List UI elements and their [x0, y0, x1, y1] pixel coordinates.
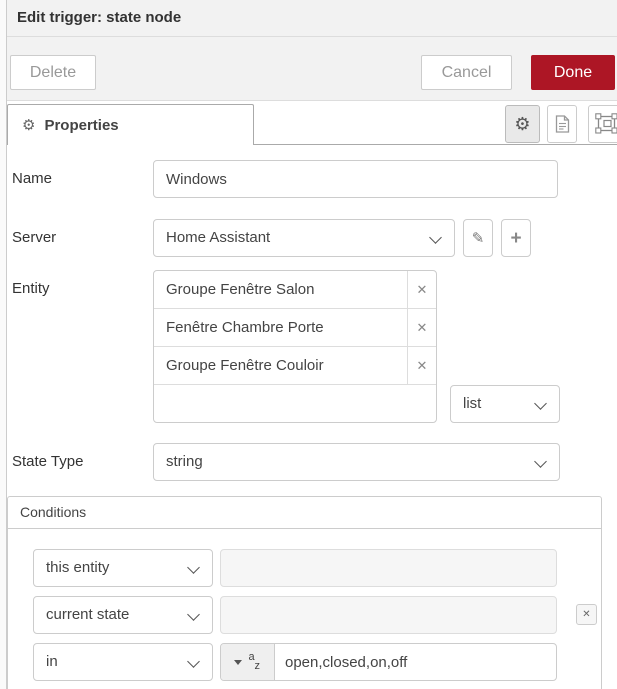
name-input[interactable] — [153, 160, 558, 198]
entity-label: Entity — [12, 280, 50, 297]
condition-value-input — [220, 596, 557, 634]
done-button[interactable]: Done — [531, 55, 615, 90]
conditions-header: Conditions — [8, 497, 601, 529]
dialog-toolbar: Delete Cancel Done — [7, 37, 617, 101]
entity-list: Groupe Fenêtre Salon ✕ Fenêtre Chambre P… — [153, 270, 437, 423]
typed-input-type-button[interactable] — [221, 644, 275, 680]
entity-new-row — [154, 385, 436, 422]
tab-properties-label: Properties — [44, 117, 118, 134]
delete-button[interactable]: Delete — [10, 55, 96, 90]
plus-icon: + — [510, 229, 521, 248]
add-server-button[interactable]: + — [501, 219, 531, 257]
entity-item: Fenêtre Chambre Porte ✕ — [154, 309, 436, 347]
description-view-button[interactable] — [547, 105, 577, 143]
edit-server-button[interactable]: ✎ — [463, 219, 493, 257]
chevron-down-icon — [187, 655, 200, 668]
state-type-value: string — [166, 453, 203, 470]
triangle-down-icon — [234, 660, 242, 665]
server-select[interactable]: Home Assistant — [153, 219, 455, 257]
entity-item-label[interactable]: Fenêtre Chambre Porte — [154, 309, 407, 346]
entity-type-select[interactable]: list — [450, 385, 560, 423]
condition-property-select[interactable]: this entity — [33, 549, 213, 587]
condition-typed-input — [220, 643, 557, 681]
chevron-down-icon — [429, 231, 442, 244]
condition-property-value: in — [46, 653, 58, 670]
pencil-icon: ✎ — [472, 231, 485, 246]
tray-resize-handle[interactable] — [0, 0, 7, 689]
condition-property-select[interactable]: current state — [33, 596, 213, 634]
condition-property-value: this entity — [46, 559, 109, 576]
tab-properties[interactable]: ⚙ Properties — [7, 104, 254, 145]
new-entity-input[interactable] — [154, 385, 436, 422]
string-type-icon — [249, 652, 262, 672]
condition-property-value: current state — [46, 606, 129, 623]
gear-icon: ⚙ — [514, 115, 530, 133]
state-type-label: State Type — [12, 453, 83, 470]
chevron-down-icon — [534, 455, 547, 468]
edit-trigger-dialog: Edit trigger: state node Delete Cancel D… — [0, 0, 617, 689]
dialog-header: Edit trigger: state node — [7, 0, 617, 37]
properties-view-button[interactable]: ⚙ — [505, 105, 540, 143]
state-type-select[interactable]: string — [153, 443, 560, 481]
entity-item-label[interactable]: Groupe Fenêtre Salon — [154, 271, 407, 308]
condition-value-input — [220, 549, 557, 587]
remove-entity-button[interactable]: ✕ — [407, 309, 436, 346]
entity-item: Groupe Fenêtre Salon ✕ — [154, 271, 436, 309]
entity-item: Groupe Fenêtre Couloir ✕ — [154, 347, 436, 385]
appearance-view-button[interactable] — [588, 105, 617, 143]
condition-value-input[interactable] — [275, 644, 556, 680]
dialog-title: Edit trigger: state node — [7, 0, 617, 36]
server-select-value: Home Assistant — [166, 229, 270, 246]
remove-condition-button[interactable]: ✕ — [576, 604, 597, 625]
condition-property-select[interactable]: in — [33, 643, 213, 681]
tab-row-divider — [253, 144, 617, 145]
chevron-down-icon — [187, 608, 200, 621]
document-icon — [555, 115, 570, 133]
entity-type-value: list — [463, 395, 481, 412]
chevron-down-icon — [534, 397, 547, 410]
gear-icon: ⚙ — [22, 118, 35, 133]
remove-entity-button[interactable]: ✕ — [407, 271, 436, 308]
appearance-icon — [595, 113, 617, 135]
server-label: Server — [12, 229, 56, 246]
cancel-button[interactable]: Cancel — [421, 55, 512, 90]
chevron-down-icon — [187, 561, 200, 574]
name-label: Name — [12, 170, 52, 187]
remove-entity-button[interactable]: ✕ — [407, 347, 436, 384]
entity-item-label[interactable]: Groupe Fenêtre Couloir — [154, 347, 407, 384]
